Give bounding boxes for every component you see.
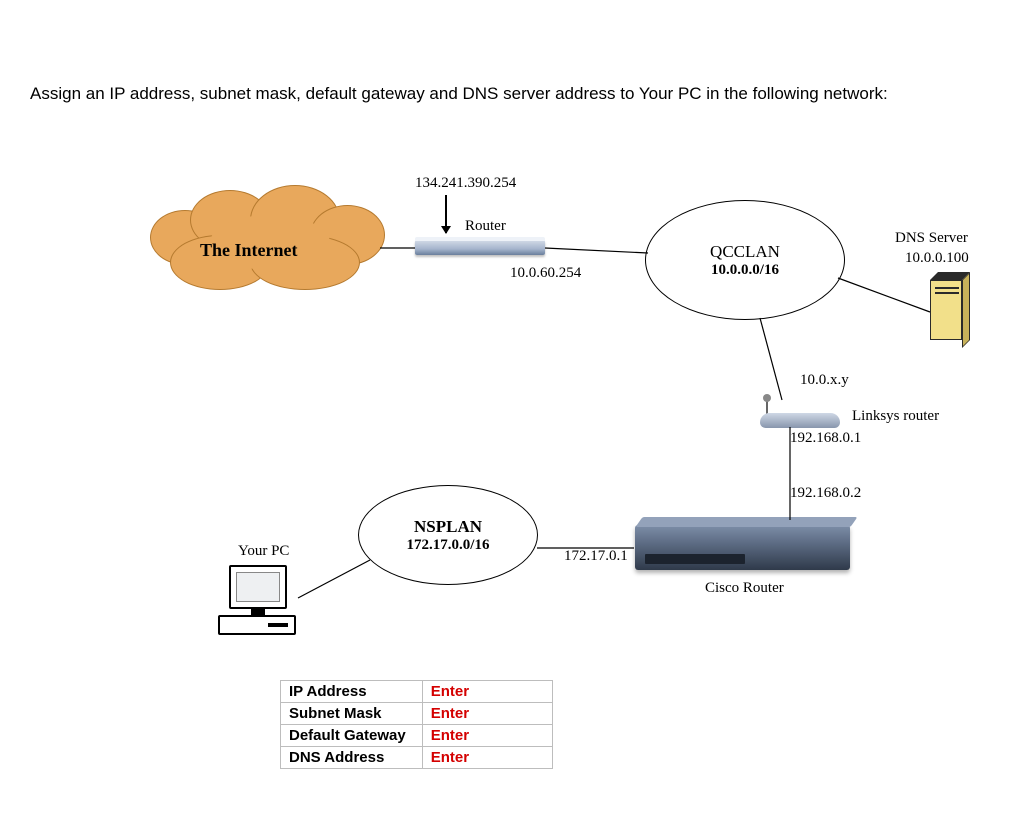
row-key: IP Address [281, 681, 423, 703]
router-label: Router [465, 218, 506, 235]
linksys-lan-ip: 192.168.0.1 [790, 430, 861, 447]
cisco-label: Cisco Router [705, 580, 784, 597]
table-row: DNS AddressEnter [281, 747, 553, 769]
row-value[interactable]: Enter [422, 681, 552, 703]
linksys-label: Linksys router [852, 408, 939, 425]
internet-label: The Internet [200, 240, 298, 261]
table-row: Subnet MaskEnter [281, 703, 553, 725]
linksys-wan-ip: 10.0.x.y [800, 372, 849, 389]
row-value[interactable]: Enter [422, 747, 552, 769]
qcclan-oval: QCCLAN 10.0.0.0/16 [645, 200, 845, 320]
row-key: DNS Address [281, 747, 423, 769]
dns-server-icon [930, 280, 962, 348]
dns-title: DNS Server [895, 230, 968, 247]
your-pc-label: Your PC [238, 543, 289, 560]
cisco-wan-ip: 192.168.0.2 [790, 485, 861, 502]
cisco-router-icon [635, 525, 850, 570]
row-key: Default Gateway [281, 725, 423, 747]
linksys-router-icon [760, 400, 840, 428]
table-row: Default GatewayEnter [281, 725, 553, 747]
router-lan-ip: 10.0.60.254 [510, 265, 581, 282]
qcclan-network: 10.0.0.0/16 [711, 262, 779, 279]
qcclan-name: QCCLAN [710, 242, 780, 262]
table-row: IP AddressEnter [281, 681, 553, 703]
nsplan-oval: NSPLAN 172.17.0.0/16 [358, 485, 538, 585]
row-key: Subnet Mask [281, 703, 423, 725]
row-value[interactable]: Enter [422, 703, 552, 725]
row-value[interactable]: Enter [422, 725, 552, 747]
instruction-text: Assign an IP address, subnet mask, defau… [30, 84, 888, 104]
cisco-lan-ip: 172.17.0.1 [564, 548, 628, 565]
edge-router-icon [415, 240, 545, 255]
dns-ip: 10.0.0.100 [905, 250, 969, 267]
nsplan-name: NSPLAN [414, 517, 482, 537]
pc-icon [218, 565, 298, 645]
router-wan-ip: 134.241.390.254 [415, 175, 516, 192]
internet-cloud [140, 180, 390, 290]
config-table: IP AddressEnter Subnet MaskEnter Default… [280, 680, 553, 769]
arrow-down-icon [445, 195, 447, 233]
nsplan-network: 172.17.0.0/16 [407, 537, 490, 554]
